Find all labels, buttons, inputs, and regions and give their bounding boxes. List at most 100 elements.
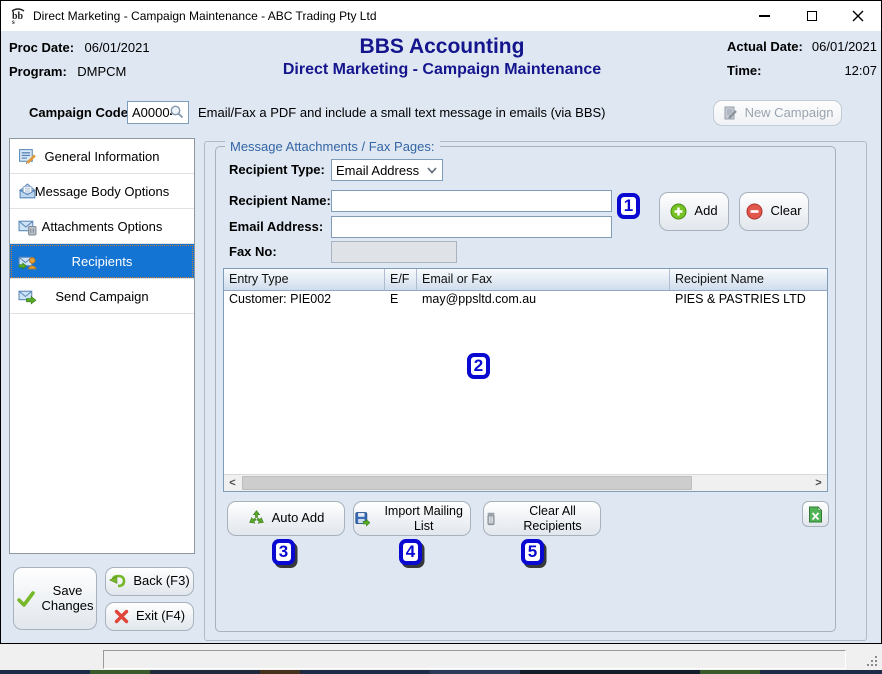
- export-excel-button[interactable]: [802, 501, 829, 527]
- resize-grip-icon[interactable]: [865, 654, 877, 666]
- attachment-envelope-icon: [18, 217, 37, 236]
- window-title: Direct Marketing - Campaign Maintenance …: [33, 1, 377, 31]
- recipient-name-label: Recipient Name:: [229, 193, 331, 208]
- back-button[interactable]: Back (F3): [105, 567, 194, 596]
- sidebar-nav: General Information Message Body Options: [9, 138, 195, 554]
- excel-icon: [808, 506, 823, 523]
- time-label: Time:: [727, 63, 761, 78]
- svg-text:s: s: [12, 18, 15, 25]
- chevron-down-icon: [427, 167, 437, 174]
- send-campaign-icon: [18, 287, 37, 306]
- back-arrow-icon: [109, 574, 126, 589]
- auto-add-button[interactable]: Auto Add: [227, 501, 345, 536]
- sidebar-item-label: General Information: [45, 149, 160, 164]
- app-title: BBS Accounting: [242, 35, 642, 59]
- table-header-row: Entry Type E/F Email or Fax Recipient Na…: [224, 269, 827, 291]
- program: Program: DMPCM: [9, 63, 126, 81]
- bbs-logo-icon: bb s: [9, 7, 27, 25]
- new-campaign-label: New Campaign: [745, 106, 834, 121]
- scrollbar-thumb[interactable]: [242, 476, 692, 490]
- horizontal-scrollbar[interactable]: < >: [224, 474, 827, 491]
- exit-label: Exit (F4): [136, 609, 185, 624]
- add-button[interactable]: Add: [659, 192, 729, 231]
- sidebar-item-label: Attachments Options: [42, 219, 163, 234]
- table-row[interactable]: Customer: PIE002 E may@ppsltd.com.au PIE…: [224, 291, 827, 310]
- column-header-ef[interactable]: E/F: [385, 269, 417, 290]
- exit-x-icon: [114, 609, 129, 624]
- proc-date-label: Proc Date:: [9, 40, 74, 55]
- close-button[interactable]: [835, 1, 881, 31]
- screenshot-root: bb s Direct Marketing - Campaign Mainten…: [0, 0, 882, 674]
- recipient-type-value: Email Address: [336, 163, 419, 178]
- import-mailing-list-button[interactable]: Import Mailing List: [353, 501, 471, 536]
- time: Time: 12:07: [727, 63, 877, 78]
- sidebar-item-label: Send Campaign: [55, 289, 148, 304]
- clear-all-recipients-icon: [484, 510, 498, 527]
- actual-date-label: Actual Date:: [727, 39, 803, 54]
- scroll-left-arrow-icon[interactable]: <: [224, 475, 241, 491]
- maximize-icon: [807, 11, 817, 21]
- cell-entry-type: Customer: PIE002: [224, 291, 385, 310]
- search-icon[interactable]: [169, 104, 185, 120]
- column-header-recipient-name[interactable]: Recipient Name: [670, 269, 827, 290]
- back-label: Back (F3): [133, 574, 189, 589]
- cell-email-or-fax: may@ppsltd.com.au: [417, 291, 670, 310]
- email-address-input[interactable]: [331, 216, 612, 238]
- status-bar: [0, 644, 882, 670]
- annotation-marker-4: 4: [399, 539, 422, 565]
- actual-date: Actual Date: 06/01/2021: [727, 39, 877, 54]
- add-icon: [670, 203, 687, 220]
- status-panel: [103, 650, 846, 669]
- minimize-button[interactable]: [741, 1, 787, 31]
- campaign-code-label: Campaign Code:: [29, 105, 132, 120]
- exit-button[interactable]: Exit (F4): [105, 602, 194, 631]
- fax-no-label: Fax No:: [229, 244, 277, 259]
- close-icon: [852, 10, 864, 22]
- desktop-background-sliver: [0, 670, 882, 674]
- column-header-email-or-fax[interactable]: Email or Fax: [417, 269, 670, 290]
- sidebar-item-general-information[interactable]: General Information: [10, 139, 194, 174]
- fax-no-input: [331, 241, 457, 263]
- recipients-icon: [18, 252, 37, 271]
- proc-date-value: 06/01/2021: [84, 40, 149, 55]
- scroll-right-arrow-icon[interactable]: >: [810, 475, 827, 491]
- new-campaign-button[interactable]: New Campaign: [713, 100, 842, 126]
- annotation-marker-1: 1: [617, 193, 640, 219]
- save-changes-label: Save Changes: [42, 584, 94, 614]
- import-mailing-list-icon: [354, 510, 370, 528]
- actual-date-value: 06/01/2021: [812, 39, 877, 54]
- campaign-description: Email/Fax a PDF and include a small text…: [198, 105, 606, 120]
- email-address-label: Email Address:: [229, 219, 323, 234]
- import-mailing-list-label: Import Mailing List: [377, 504, 470, 533]
- add-label: Add: [694, 204, 717, 219]
- cell-ef: E: [385, 291, 417, 310]
- new-campaign-icon: [722, 105, 738, 121]
- program-label: Program:: [9, 64, 67, 79]
- clear-button[interactable]: Clear: [739, 192, 809, 231]
- clear-label: Clear: [770, 204, 801, 219]
- auto-add-label: Auto Add: [272, 511, 325, 526]
- column-header-entry-type[interactable]: Entry Type: [224, 269, 385, 290]
- clear-all-recipients-label: Clear All Recipients: [505, 504, 600, 533]
- recipient-name-input[interactable]: [331, 190, 612, 212]
- sidebar-item-attachments-options[interactable]: Attachments Options: [10, 209, 194, 244]
- maximize-button[interactable]: [789, 1, 835, 31]
- sidebar-item-recipients[interactable]: Recipients: [10, 244, 194, 279]
- program-value: DMPCM: [77, 64, 126, 79]
- annotation-marker-2: 2: [467, 353, 490, 379]
- clear-icon: [746, 203, 763, 220]
- annotation-marker-3: 3: [272, 539, 295, 565]
- message-body-icon: [18, 182, 37, 201]
- groupbox-title: Message Attachments / Fax Pages:: [225, 139, 440, 154]
- recipient-type-select[interactable]: Email Address: [331, 159, 443, 181]
- clear-all-recipients-button[interactable]: Clear All Recipients: [483, 501, 601, 536]
- save-changes-button[interactable]: Save Changes: [13, 567, 97, 630]
- sidebar-item-message-body-options[interactable]: Message Body Options: [10, 174, 194, 209]
- time-value: 12:07: [844, 63, 877, 78]
- save-check-icon: [17, 591, 35, 607]
- sidebar-item-send-campaign[interactable]: Send Campaign: [10, 279, 194, 314]
- title-bar: bb s Direct Marketing - Campaign Mainten…: [1, 1, 881, 31]
- app-window: bb s Direct Marketing - Campaign Mainten…: [0, 0, 882, 644]
- recipients-table[interactable]: Entry Type E/F Email or Fax Recipient Na…: [223, 268, 828, 492]
- proc-date: Proc Date: 06/01/2021: [9, 39, 150, 57]
